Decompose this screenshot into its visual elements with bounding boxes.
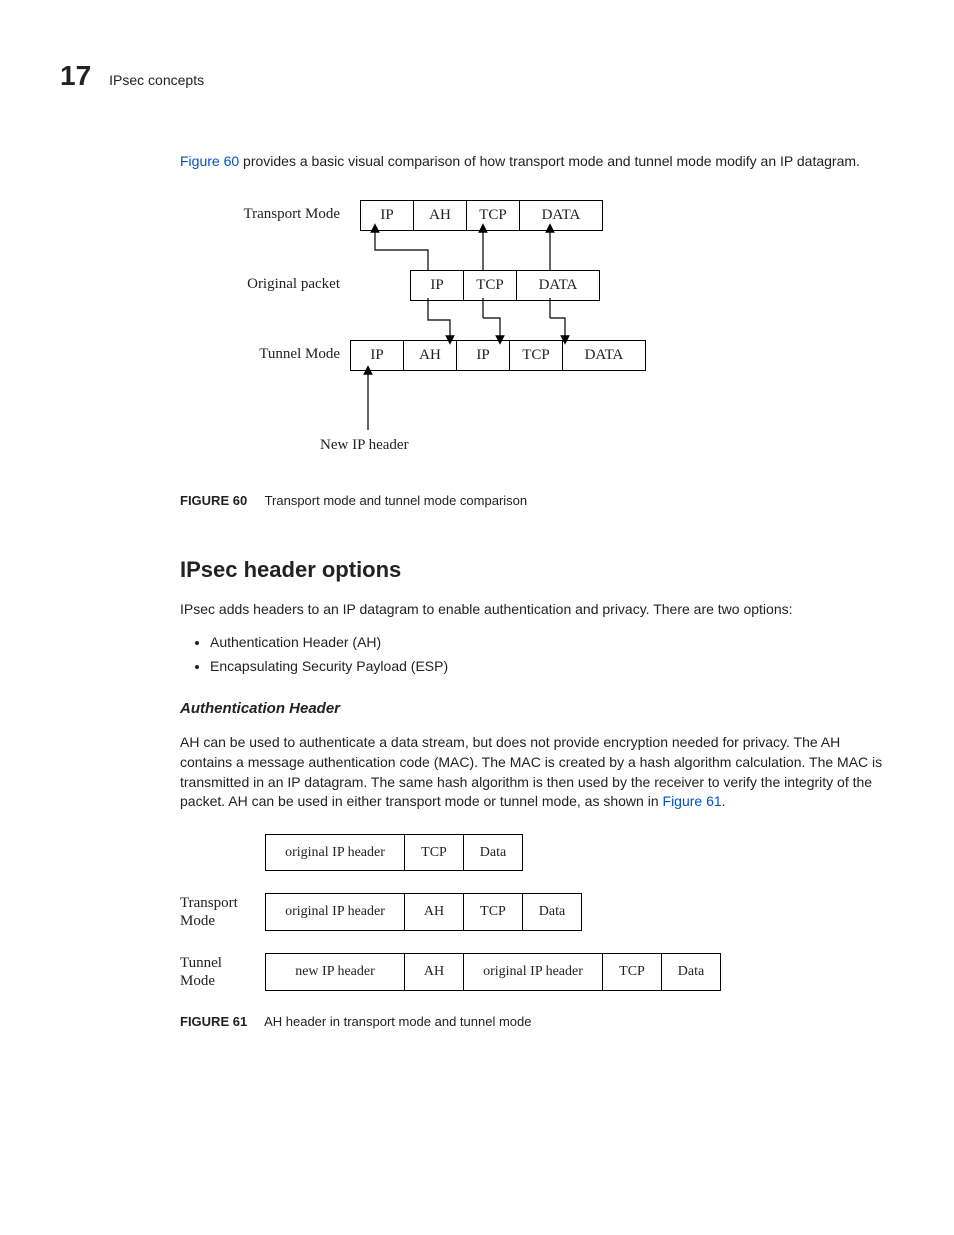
list-item: Authentication Header (AH) [210,633,894,653]
fig61-cell: new IP header [265,953,405,991]
ah-paragraph: AH can be used to authenticate a data st… [180,733,894,811]
page-header: 17 IPsec concepts [60,60,894,92]
fig60-cell: IP [410,270,464,301]
fig60-cell: AH [404,340,457,371]
section-intro: IPsec adds headers to an IP datagram to … [180,600,894,620]
fig61-row-label: TransportMode [180,894,265,930]
figure-60-caption: FIGURE 60 Transport mode and tunnel mode… [180,492,894,510]
fig61-row-tunnel: TunnelMode new IP header AH original IP … [180,953,894,991]
content-body: Figure 60 provides a basic visual compar… [180,152,894,1031]
fig60-cell: TCP [510,340,563,371]
fig61-row-transport: TransportMode original IP header AH TCP … [180,893,894,931]
fig60-cell: TCP [464,270,517,301]
figure-61-caption: FIGURE 61 AH header in transport mode an… [180,1013,894,1031]
header-options-list: Authentication Header (AH) Encapsulating… [180,633,894,676]
fig61-cell: Data [523,893,582,931]
figure-60-caption-text: Transport mode and tunnel mode compariso… [265,493,528,508]
fig61-row-label: TunnelMode [180,954,265,990]
fig61-cell: original IP header [265,893,405,931]
fig60-arrows [190,200,710,470]
fig60-cell: TCP [467,200,520,231]
intro-paragraph: Figure 60 provides a basic visual compar… [180,152,894,172]
section-name: IPsec concepts [109,72,204,88]
fig61-cell: Data [464,834,523,872]
fig60-cell: DATA [520,200,603,231]
fig60-transport-boxes: IP AH TCP DATA [360,200,603,231]
heading-ipsec-header-options: IPsec header options [180,555,894,586]
fig61-cell: TCP [405,834,464,872]
fig60-cell: DATA [563,340,646,371]
page-number: 17 [60,60,91,92]
page: 17 IPsec concepts Figure 60 provides a b… [0,0,954,1235]
figure-61-diagram: original IP header TCP Data TransportMod… [180,834,894,991]
fig61-cell: TCP [603,953,662,991]
figure-60-diagram: Transport Mode IP AH TCP DATA Original p… [190,200,710,470]
fig60-cell: DATA [517,270,600,301]
fig60-transport-label: Transport Mode [190,204,340,225]
figure-60-link[interactable]: Figure 60 [180,153,239,169]
figure-61-link[interactable]: Figure 61 [663,793,722,809]
fig60-cell: IP [350,340,404,371]
fig61-cell: original IP header [265,834,405,872]
fig60-original-boxes: IP TCP DATA [410,270,600,301]
fig60-tunnel-label: Tunnel Mode [190,344,340,365]
ah-text-b: . [722,793,726,809]
fig61-cell: AH [405,953,464,991]
heading-authentication-header: Authentication Header [180,698,894,719]
list-item: Encapsulating Security Payload (ESP) [210,657,894,677]
fig61-cell: TCP [464,893,523,931]
fig60-cell: IP [360,200,414,231]
ah-text-a: AH can be used to authenticate a data st… [180,734,882,809]
figure-61-caption-text: AH header in transport mode and tunnel m… [264,1014,531,1029]
figure-60-caption-label: FIGURE 60 [180,493,247,508]
intro-rest: provides a basic visual comparison of ho… [239,153,860,169]
fig60-newip-label: New IP header [320,435,409,456]
fig61-cell: AH [405,893,464,931]
fig60-cell: IP [457,340,510,371]
fig60-tunnel-boxes: IP AH IP TCP DATA [350,340,646,371]
fig60-original-label: Original packet [190,274,340,295]
fig60-cell: AH [414,200,467,231]
figure-61-caption-label: FIGURE 61 [180,1014,247,1029]
fig61-row-original: original IP header TCP Data [180,834,894,872]
fig61-cell: Data [662,953,721,991]
fig61-cell: original IP header [464,953,603,991]
